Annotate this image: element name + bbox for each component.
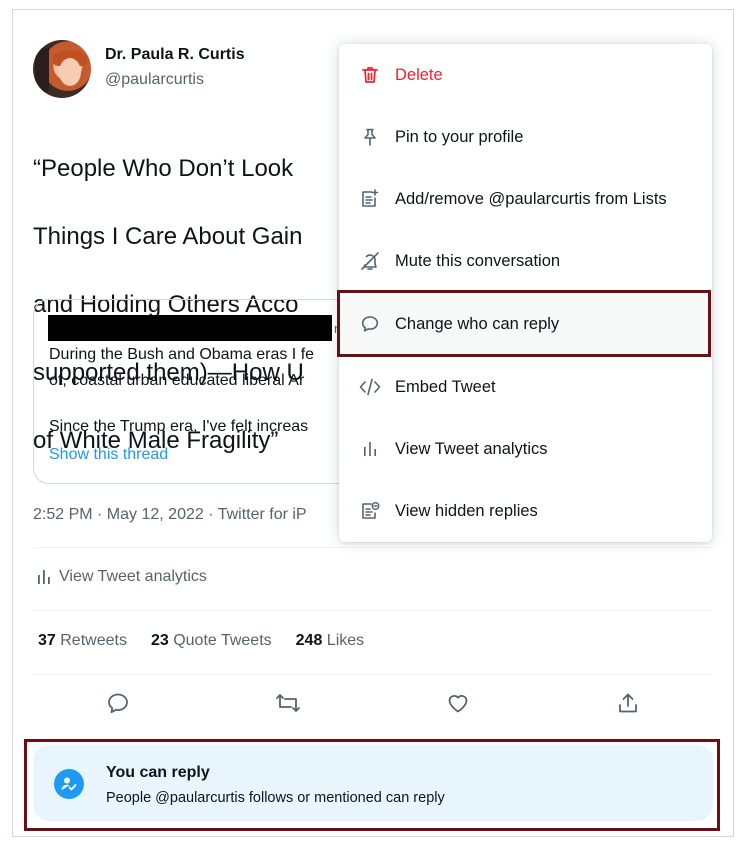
engagement-stats: 37 Retweets 23 Quote Tweets 248 Likes bbox=[38, 632, 364, 650]
menu-item-mute-conversation[interactable]: Mute this conversation bbox=[339, 230, 712, 292]
author-handle[interactable]: @paularcurtis bbox=[105, 71, 204, 89]
analytics-icon bbox=[359, 438, 381, 460]
menu-item-label: View hidden replies bbox=[395, 501, 538, 520]
heart-icon bbox=[448, 695, 468, 713]
share-button[interactable] bbox=[611, 686, 645, 720]
likes-stat[interactable]: 248 Likes bbox=[296, 632, 365, 650]
menu-item-view-hidden-replies[interactable]: View hidden replies bbox=[339, 480, 712, 542]
redaction-bar bbox=[48, 315, 332, 341]
code-icon bbox=[359, 376, 381, 398]
reply-button[interactable] bbox=[101, 686, 135, 720]
view-analytics-link[interactable]: View Tweet analytics bbox=[35, 568, 207, 586]
annotation-highlight-box bbox=[24, 739, 720, 831]
pin-icon bbox=[359, 126, 381, 148]
list-add-icon bbox=[359, 188, 381, 210]
mute-icon bbox=[359, 250, 381, 272]
menu-item-delete[interactable]: Delete bbox=[339, 44, 712, 106]
like-button[interactable] bbox=[441, 686, 475, 720]
quote-tweets-stat[interactable]: 23 Quote Tweets bbox=[151, 632, 272, 650]
quoted-text-line: of, coastal urban educated liberal Ar bbox=[49, 372, 305, 389]
divider bbox=[33, 547, 713, 548]
quoted-text-line: Since the Trump era, I've felt increas bbox=[49, 418, 309, 435]
trash-icon bbox=[359, 64, 381, 86]
author-name[interactable]: Dr. Paula R. Curtis bbox=[105, 46, 245, 64]
menu-item-label: View Tweet analytics bbox=[395, 439, 548, 458]
reply-icon bbox=[108, 693, 128, 714]
avatar[interactable] bbox=[33, 40, 91, 98]
quoted-text-line: During the Bush and Obama eras I fe bbox=[49, 346, 315, 363]
retweet-icon bbox=[276, 694, 300, 712]
retweet-button[interactable] bbox=[271, 686, 305, 720]
hidden-replies-icon bbox=[359, 500, 381, 522]
menu-item-pin[interactable]: Pin to your profile bbox=[339, 106, 712, 168]
menu-item-label: Add/remove @paularcurtis from Lists bbox=[395, 189, 667, 208]
menu-item-label: Embed Tweet bbox=[395, 377, 496, 396]
divider bbox=[33, 674, 713, 675]
analytics-label: View Tweet analytics bbox=[59, 568, 207, 585]
analytics-icon bbox=[38, 570, 50, 584]
show-thread-link[interactable]: Show this thread bbox=[49, 446, 168, 464]
menu-item-embed-tweet[interactable]: Embed Tweet bbox=[339, 356, 712, 418]
tweet-timestamp[interactable]: 2:52 PM · May 12, 2022 · Twitter for iP bbox=[33, 506, 307, 524]
menu-item-label: Pin to your profile bbox=[395, 127, 524, 146]
menu-item-view-analytics[interactable]: View Tweet analytics bbox=[339, 418, 712, 480]
divider bbox=[33, 610, 713, 611]
menu-item-label: Mute this conversation bbox=[395, 251, 561, 270]
tweet-actions bbox=[33, 686, 713, 722]
annotation-highlight-box bbox=[337, 290, 711, 357]
menu-item-label: Delete bbox=[395, 65, 443, 84]
menu-item-lists[interactable]: Add/remove @paularcurtis from Lists bbox=[339, 168, 712, 230]
retweets-stat[interactable]: 37 Retweets bbox=[38, 632, 127, 650]
share-icon bbox=[619, 693, 637, 713]
